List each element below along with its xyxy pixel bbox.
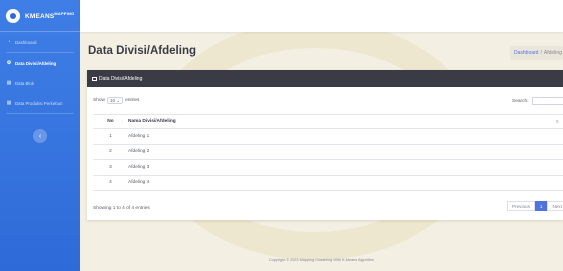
cell-no: 2 (93, 144, 128, 160)
table-header-row: No ↑ Nama Divisi/Afdeling ⇅ (93, 114, 563, 129)
brand-name: KMEANSMAPPING (25, 10, 75, 21)
table-icon: ▦ (6, 80, 12, 86)
cell-name: Afdeling 1 (128, 128, 563, 145)
cell-no: 1 (93, 128, 128, 145)
table-row: 3 Afdeling 3 (93, 159, 563, 176)
entries-label: entries (125, 98, 140, 103)
brand[interactable]: KMEANSMAPPING (0, 0, 80, 32)
cell-name: Afdeling 4 (128, 175, 563, 191)
entries-length: Show 10 ⌄ entries (93, 97, 139, 104)
column-header-name[interactable]: Nama Divisi/Afdeling ⇅ (128, 114, 563, 129)
dashboard-icon: ◔ (7, 39, 11, 45)
cell-name: Afdeling 2 (128, 144, 563, 160)
entries-select[interactable]: 10 ⌄ (107, 97, 124, 104)
table-icon (92, 76, 97, 81)
sidebar: KMEANSMAPPING ◔ Dashboard ⚙ Data Divisi/… (0, 0, 80, 271)
column-header-no[interactable]: No ↑ (93, 114, 128, 129)
sidebar-divider (6, 113, 74, 114)
next-button[interactable]: Next (547, 201, 563, 211)
sidebar-item-data-produksi[interactable]: ▦ Data Produksi Perkebun (0, 93, 80, 113)
chevron-down-icon: ⌄ (116, 98, 121, 103)
cell-name: Afdeling 3 (128, 159, 563, 176)
table-row: 1 Afdeling 1 (93, 128, 563, 145)
gear-icon: ⚙ (6, 60, 12, 66)
chevron-left-icon: ‹ (38, 132, 42, 140)
sidebar-toggle-button[interactable]: ‹ (33, 129, 47, 143)
previous-button[interactable]: Previous (507, 201, 535, 211)
data-table: No ↑ Nama Divisi/Afdeling ⇅ 1 Afdeling 1 2… (93, 114, 563, 191)
table-controls: Show 10 ⌄ entries Search: (93, 95, 563, 105)
search-box: Search: (512, 97, 563, 105)
sidebar-item-label: Data Produksi Perkebun (15, 100, 63, 106)
cell-no: 4 (93, 175, 128, 191)
brand-logo-icon (6, 8, 20, 23)
page-1-button[interactable]: 1 (534, 201, 548, 211)
breadcrumb: Dashboard / Afdeling (510, 46, 563, 60)
card-title: Data Divisi/Afdeling (99, 75, 143, 82)
table-info: Showing 1 to 4 of 4 entries (93, 206, 150, 211)
table-row: 4 Afdeling 4 (93, 175, 563, 191)
show-label: Show (93, 98, 105, 103)
search-input[interactable] (531, 97, 563, 105)
sort-icon: ↑ (121, 119, 123, 124)
sidebar-item-label: Dashboard (15, 39, 37, 45)
sidebar-item-label: Data Blok (15, 80, 35, 86)
sidebar-item-dashboard[interactable]: ◔ Dashboard (0, 32, 80, 52)
table-icon: ▦ (6, 100, 12, 106)
pagination: Previous 1 Next (507, 201, 563, 211)
data-card: Data Divisi/Afdeling Show 10 ⌄ entries S… (87, 70, 563, 220)
cell-no: 3 (93, 159, 128, 176)
breadcrumb-separator: / (540, 50, 542, 56)
breadcrumb-current: Afdeling (543, 50, 562, 56)
footer-copyright: Copyright © 2023 Mapping Clustering With… (268, 258, 375, 262)
sidebar-item-data-blok[interactable]: ▦ Data Blok (0, 73, 80, 93)
page-title: Data Divisi/Afdeling (88, 45, 196, 57)
sidebar-item-data-divisi[interactable]: ⚙ Data Divisi/Afdeling (0, 53, 80, 73)
search-label: Search: (512, 98, 529, 104)
sort-icon: ⇅ (555, 119, 559, 124)
card-header: Data Divisi/Afdeling (87, 70, 563, 87)
topbar (80, 0, 563, 32)
sidebar-item-label: Data Divisi/Afdeling (15, 60, 57, 66)
breadcrumb-home-link[interactable]: Dashboard (514, 50, 538, 56)
table-row: 2 Afdeling 2 (93, 144, 563, 160)
